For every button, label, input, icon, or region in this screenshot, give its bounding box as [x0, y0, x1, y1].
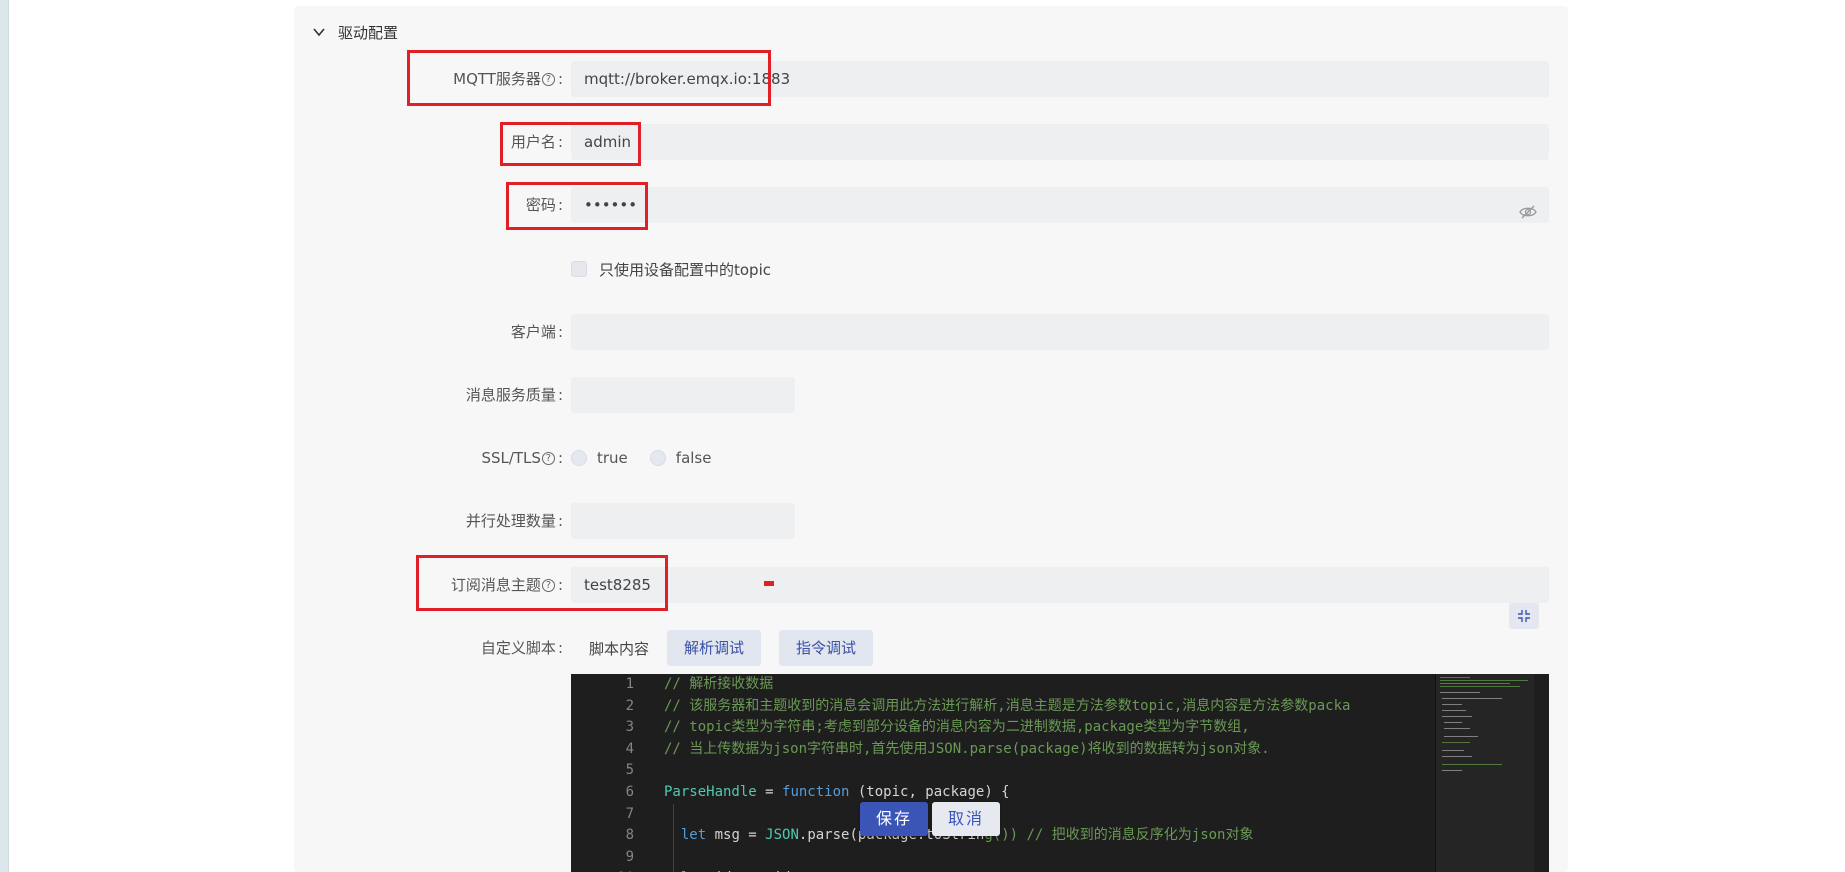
help-icon[interactable]: ?: [541, 578, 555, 592]
code-line: let msg = JSON.parse(package.toString())…: [680, 827, 1254, 844]
password-label: 密码 :: [525, 196, 563, 214]
form-row-username: 用户名 : admin: [0, 124, 1845, 160]
concurrency-input[interactable]: [571, 503, 795, 539]
username-input[interactable]: admin: [571, 124, 1549, 160]
ssl-tls-label: SSL/TLS ? :: [481, 449, 563, 467]
radio-false[interactable]: [649, 450, 666, 466]
only-device-topic-option[interactable]: 只使用设备配置中的topic: [571, 258, 771, 280]
qos-label: 消息服务质量 :: [465, 386, 563, 404]
fullscreen-icon: [1518, 610, 1530, 622]
client-label: 客户端 :: [510, 323, 563, 341]
tab-script-content[interactable]: 脚本内容: [589, 638, 649, 659]
tab-command-debug[interactable]: 指令调试: [779, 630, 874, 666]
line-number: 3: [625, 719, 634, 736]
code-line: // 当上传数据为json字符串时,首先使用JSON.parse(package…: [664, 740, 1270, 757]
line-number: 10: [571, 868, 636, 872]
username-label: 用户名 :: [510, 133, 563, 151]
code-line: // topic类型为字符串;考虑到部分设备的消息内容为二进制数据,packag…: [664, 719, 1250, 736]
form-row-ssl-tls: SSL/TLS ? : true false: [0, 440, 1845, 476]
code-line-tail: g()) // 把收到的消息反序化为json对象: [984, 827, 1254, 844]
radio-true[interactable]: [571, 450, 587, 466]
code-editor[interactable]: 1 2 3 4 5 6 7 8 9 10 // 解析接收数据 // 该服务器和主…: [571, 674, 1549, 872]
ssl-tls-option-false[interactable]: false: [649, 449, 711, 467]
script-tabs: 脚本内容 解析调试 指令调试: [571, 630, 891, 666]
eye-off-icon[interactable]: [1519, 197, 1537, 219]
concurrency-label: 并行处理数量 :: [465, 512, 563, 530]
ssl-tls-radio-group: true false: [571, 440, 733, 476]
line-number: 8: [625, 827, 634, 844]
code-line: ParseHandle = function (topic, package) …: [664, 783, 1010, 800]
code-line: let ids = wid: [664, 868, 1549, 872]
form-row-concurrency: 并行处理数量 :: [0, 503, 1845, 539]
form-row-subscribe-topic: 订阅消息主题 ? : test8285: [0, 567, 1845, 603]
cancel-button[interactable]: 取消: [932, 802, 1000, 836]
password-value: ••••••: [584, 196, 638, 214]
tab-parse-debug[interactable]: 解析调试: [667, 630, 762, 666]
save-button[interactable]: 保存: [860, 802, 928, 836]
code-line: // 解析接收数据: [664, 676, 774, 692]
code-line: // 该服务器和主题收到的消息会调用此方法进行解析,消息主题是方法参数topic…: [664, 697, 1351, 714]
red-marker: [764, 581, 774, 586]
line-number: 9: [625, 848, 634, 865]
mqtt-server-label: MQTT服务器 ? :: [453, 70, 563, 88]
code-minimap[interactable]: [1435, 674, 1534, 872]
section-title: 驱动配置: [338, 23, 399, 42]
line-number: 2: [625, 697, 634, 714]
line-number-gutter: 1 2 3 4 5 6 7 8 9 10: [571, 674, 636, 872]
line-number: 1: [625, 676, 634, 692]
custom-script-label: 自定义脚本 :: [480, 639, 563, 657]
only-device-topic-label: 只使用设备配置中的topic: [599, 260, 771, 279]
qos-input[interactable]: [571, 377, 795, 413]
chevron-down-icon: [312, 25, 326, 39]
ssl-tls-option-true[interactable]: true: [571, 449, 628, 467]
mqtt-server-input[interactable]: mqtt://broker.emqx.io:1883: [571, 61, 1549, 97]
line-number: 5: [625, 762, 634, 779]
line-number: 6: [625, 783, 634, 800]
password-input[interactable]: ••••••: [571, 187, 1549, 223]
help-icon[interactable]: ?: [541, 72, 555, 86]
client-input[interactable]: [571, 314, 1549, 350]
subscribe-topic-input[interactable]: test8285: [571, 567, 1549, 603]
code-content: // 解析接收数据 // 该服务器和主题收到的消息会调用此方法进行解析,消息主题…: [664, 674, 1549, 872]
help-icon[interactable]: ?: [541, 451, 555, 465]
only-device-topic-checkbox[interactable]: [571, 261, 587, 277]
subscribe-topic-label: 订阅消息主题 ? :: [450, 576, 563, 594]
form-row-password: 密码 : ••••••: [0, 187, 1845, 223]
form-row-qos: 消息服务质量 :: [0, 377, 1845, 413]
form-row-client: 客户端 :: [0, 314, 1845, 350]
form-row-mqtt-server: MQTT服务器 ? : mqtt://broker.emqx.io:1883: [0, 61, 1845, 97]
section-header[interactable]: 驱动配置: [312, 20, 398, 44]
line-number: 7: [625, 805, 634, 822]
form-row-custom-script: 自定义脚本 : 脚本内容 解析调试 指令调试: [0, 630, 1845, 666]
fullscreen-button[interactable]: [1509, 603, 1539, 629]
line-number: 4: [625, 740, 634, 757]
